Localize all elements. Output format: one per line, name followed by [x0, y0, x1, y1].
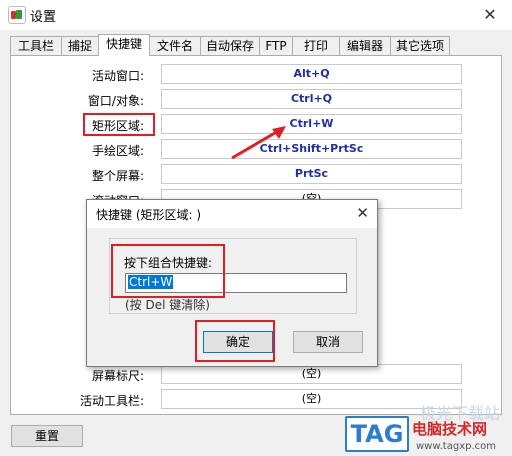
hotkey-dialog: 快捷键 (矩形区域: ) ✕ 按下组合快捷键: Ctrl+W (按 Del 键清…	[86, 199, 378, 367]
label-freehand-region: 手绘区域:	[91, 144, 144, 158]
highlight-ok-button	[195, 320, 275, 362]
watermark-site-name: 电脑技术网	[412, 420, 488, 438]
tab-other-options[interactable]: 其它选项	[390, 36, 450, 55]
label-full-screen: 整个屏幕:	[91, 169, 144, 183]
tab-editor[interactable]: 编辑器	[339, 36, 391, 55]
tab-filename[interactable]: 文件名	[149, 36, 201, 55]
reset-button[interactable]: 重置	[11, 425, 83, 447]
hotkey-field-active-window[interactable]: Alt+Q	[161, 64, 462, 84]
close-icon[interactable]: ✕	[468, 0, 512, 30]
hotkey-field-screen-ruler[interactable]: (空)	[161, 364, 462, 384]
window-title: 设置	[30, 10, 57, 25]
pointer-arrow-icon	[231, 126, 286, 160]
label-active-toolbar: 活动工具栏:	[79, 394, 144, 408]
dialog-hint: (按 Del 键清除)	[125, 298, 210, 312]
tab-toolbar[interactable]: 工具栏	[10, 36, 62, 55]
watermark-url: www.tagxp.com	[416, 441, 496, 452]
title-bar: 设置 ✕	[0, 0, 512, 30]
label-window-object: 窗口/对象:	[87, 94, 144, 108]
hotkey-field-active-toolbar[interactable]: (空)	[161, 389, 462, 409]
label-screen-ruler: 屏幕标尺:	[91, 369, 144, 383]
highlight-rect-region-label	[83, 113, 155, 136]
label-active-window: 活动窗口:	[91, 69, 144, 83]
dialog-title: 快捷键 (矩形区域: )	[96, 208, 202, 222]
dialog-close-icon[interactable]: ✕	[356, 204, 369, 222]
highlight-hotkey-input	[111, 244, 225, 298]
tab-capture[interactable]: 捕捉	[61, 36, 99, 55]
watermark-logo: TAG	[345, 416, 409, 452]
hotkey-field-full-screen[interactable]: PrtSc	[161, 164, 462, 184]
cancel-button[interactable]: 取消	[293, 331, 363, 353]
hotkey-field-freehand-region[interactable]: Ctrl+Shift+PrtSc	[161, 139, 462, 159]
hotkey-field-rect-region[interactable]: Ctrl+W	[161, 114, 462, 134]
tab-autosave[interactable]: 自动保存	[200, 36, 260, 55]
tab-hotkeys[interactable]: 快捷键	[98, 34, 150, 56]
hotkey-field-window-object[interactable]: Ctrl+Q	[161, 89, 462, 109]
tab-ftp[interactable]: FTP	[259, 36, 293, 55]
dialog-title-bar: 快捷键 (矩形区域: ) ✕	[87, 200, 377, 228]
app-icon	[8, 6, 26, 24]
tab-print[interactable]: 打印	[292, 36, 340, 55]
